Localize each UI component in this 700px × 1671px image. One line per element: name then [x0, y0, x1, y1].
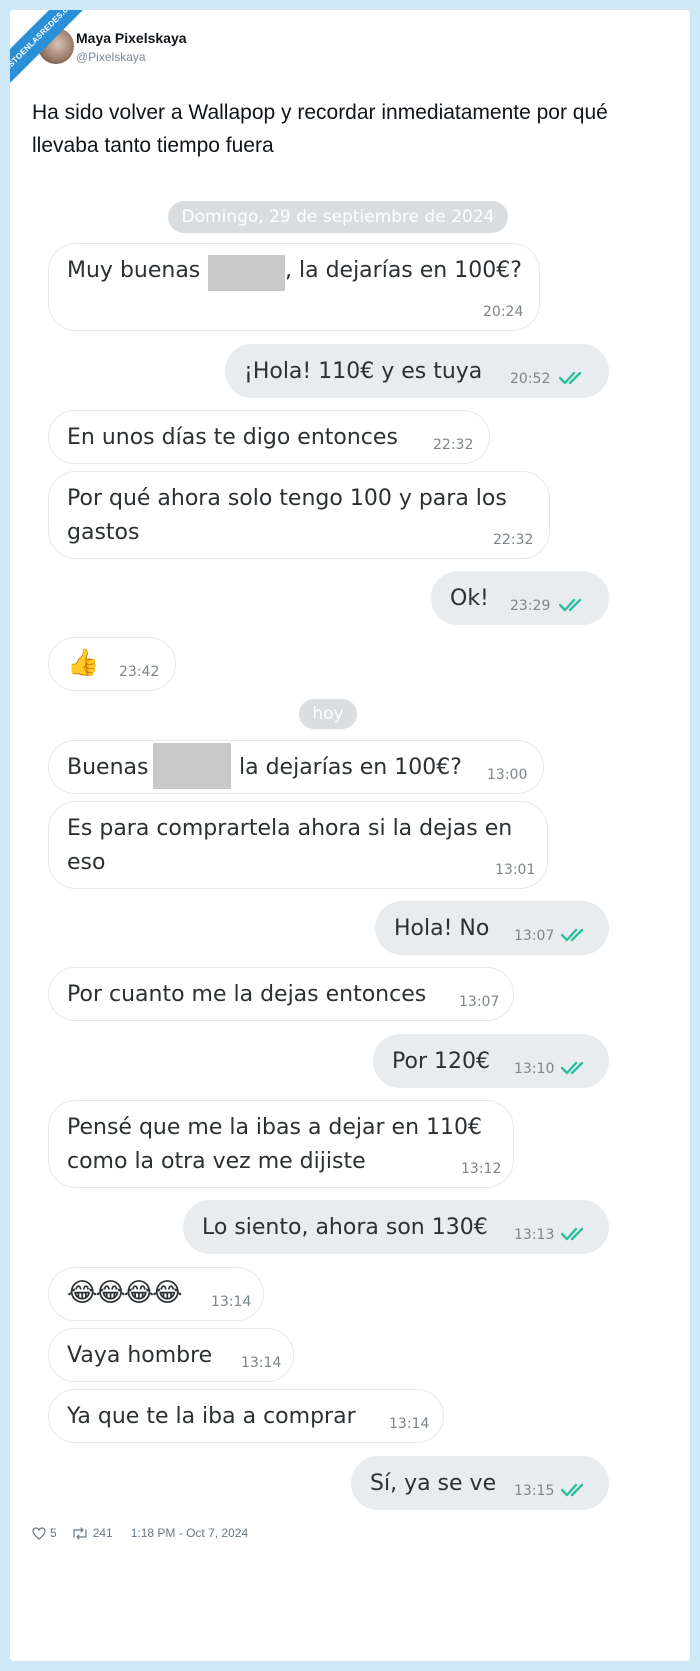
date-separator: Domingo, 29 de septiembre de 2024: [168, 201, 508, 233]
retweet-count: 241: [92, 1526, 113, 1540]
message-time: 22:32: [433, 437, 474, 453]
message-text: Por 120€: [392, 1049, 490, 1074]
message-time: 20:24: [483, 304, 524, 320]
read-checkmarks-icon: [561, 1483, 584, 1497]
message-incoming: Buenas la dejarías en 100€? 13:00: [48, 740, 544, 794]
message-incoming: Ya que te la iba a comprar 13:14: [48, 1389, 444, 1443]
message-outgoing: Por 120€ 13:10: [373, 1034, 609, 1088]
read-checkmarks-icon: [561, 1061, 584, 1075]
message-text: gastos: [67, 520, 140, 545]
message-text: Ya que te la iba a comprar: [67, 1404, 356, 1429]
message-incoming: 😂😂😂😂 13:14: [48, 1267, 264, 1321]
read-checkmarks-icon: [561, 1227, 584, 1241]
message-text: Ok!: [450, 586, 489, 611]
message-incoming: Por cuanto me la dejas entonces 13:07: [48, 967, 514, 1021]
tweet-timestamp[interactable]: 1:18 PM - Oct 7, 2024: [131, 1526, 248, 1540]
tweet-card: VISTOENLASREDES.com Maya Pixelskaya @Pix…: [10, 10, 690, 1661]
read-checkmarks-icon: [561, 928, 584, 942]
message-incoming: Vaya hombre 13:14: [48, 1328, 294, 1382]
chat-screenshot: Domingo, 29 de septiembre de 2024 Muy bu…: [10, 10, 690, 1661]
message-text: ¡Hola! 110€ y es tuya: [244, 359, 483, 384]
message-text: eso: [67, 850, 106, 875]
redacted-name: [208, 255, 285, 291]
message-outgoing: Ok! 23:29: [431, 571, 609, 625]
message-outgoing: ¡Hola! 110€ y es tuya 20:52: [225, 344, 609, 398]
message-time: 13:13: [514, 1227, 555, 1243]
read-checkmarks-icon: [559, 598, 582, 612]
message-outgoing: Hola! No 13:07: [375, 901, 609, 955]
message-outgoing: Sí, ya se ve 13:15: [351, 1456, 609, 1510]
message-time: 22:32: [493, 532, 534, 548]
message-text: la dejarías en 100€?: [239, 755, 462, 780]
message-incoming: En unos días te digo entonces 22:32: [48, 410, 490, 464]
message-text: Por cuanto me la dejas entonces: [67, 982, 427, 1007]
message-time: 13:01: [495, 862, 536, 878]
message-text: En unos días te digo entonces: [67, 425, 398, 450]
message-text: Por qué ahora solo tengo 100 y para los: [67, 486, 507, 511]
message-time: 20:52: [510, 371, 551, 387]
message-time: 23:42: [119, 664, 160, 680]
message-incoming: Es para comprartela ahora si la dejas en…: [48, 801, 548, 889]
message-incoming: Por qué ahora solo tengo 100 y para los …: [48, 471, 550, 559]
message-time: 13:12: [461, 1161, 502, 1177]
message-time: 13:14: [241, 1355, 282, 1371]
like-count: 5: [50, 1526, 57, 1540]
message-text: , la dejarías en 100€?: [285, 258, 522, 283]
message-incoming: 👍 23:42: [48, 637, 176, 691]
redacted-name: [153, 743, 231, 789]
message-text: Vaya hombre: [67, 1343, 213, 1368]
message-text: Es para comprartela ahora si la dejas en: [67, 816, 513, 841]
message-incoming: Pensé que me la ibas a dejar en 110€ com…: [48, 1100, 514, 1188]
message-time: 13:14: [211, 1294, 252, 1310]
message-time: 13:10: [514, 1061, 555, 1077]
date-separator: hoy: [299, 699, 357, 729]
message-incoming: Muy buenas , la dejarías en 100€? 20:24: [48, 243, 540, 331]
message-text: Buenas: [67, 755, 149, 780]
message-outgoing: Lo siento, ahora son 130€ 13:13: [183, 1200, 609, 1254]
laughing-emoji-icon: 😂😂😂😂: [67, 1278, 183, 1308]
message-text: Hola! No: [394, 916, 490, 941]
message-time: 13:07: [514, 928, 555, 944]
message-text: Muy buenas: [67, 258, 201, 283]
message-time: 13:14: [389, 1416, 430, 1432]
message-text: Pensé que me la ibas a dejar en 110€: [67, 1115, 483, 1140]
message-time: 13:07: [459, 994, 500, 1010]
message-text: como la otra vez me dijiste: [67, 1149, 366, 1174]
message-time: 13:00: [487, 767, 528, 783]
tweet-footer: 5 241 1:18 PM - Oct 7, 2024: [32, 1526, 252, 1540]
message-text: Sí, ya se ve: [370, 1471, 497, 1496]
message-time: 13:15: [514, 1483, 555, 1499]
read-checkmarks-icon: [559, 371, 582, 385]
retweet-icon[interactable]: [71, 1526, 89, 1540]
message-text: Lo siento, ahora son 130€: [202, 1215, 488, 1240]
heart-icon[interactable]: [32, 1526, 46, 1540]
message-time: 23:29: [510, 598, 551, 614]
thumbs-up-icon: 👍: [67, 648, 100, 678]
